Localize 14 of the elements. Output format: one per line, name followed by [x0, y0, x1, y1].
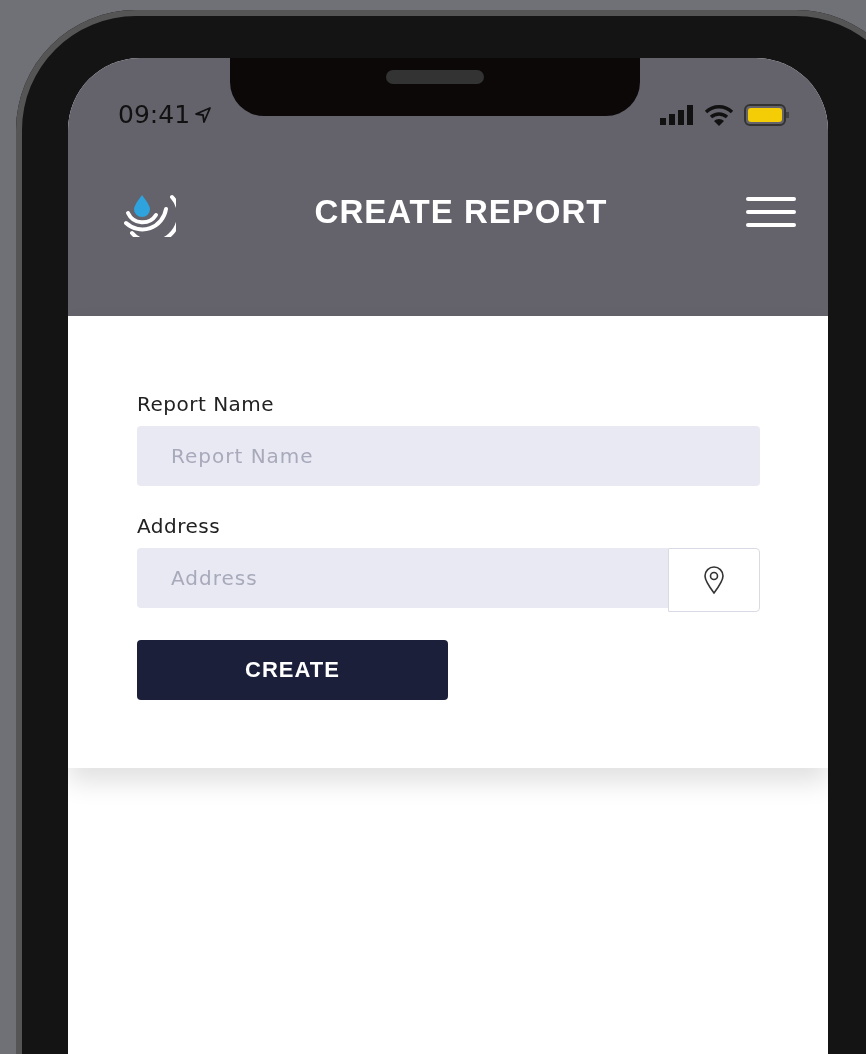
location-arrow-icon: [194, 105, 213, 124]
field-label: Address: [137, 514, 222, 538]
signal-icon: [660, 104, 694, 125]
wifi-icon: [704, 103, 734, 126]
location-button[interactable]: [668, 548, 760, 612]
menu-icon[interactable]: [746, 197, 796, 227]
status-time: 09:41: [118, 100, 191, 129]
map-pin-icon: [703, 565, 725, 595]
create-button[interactable]: CREATE: [137, 640, 448, 700]
battery-icon: [744, 103, 790, 126]
address-field[interactable]: Address: [137, 548, 668, 608]
field-label: Report Name: [137, 392, 276, 416]
page-title: CREATE REPORT: [314, 193, 608, 231]
input-field[interactable]: Report Name: [137, 426, 760, 486]
